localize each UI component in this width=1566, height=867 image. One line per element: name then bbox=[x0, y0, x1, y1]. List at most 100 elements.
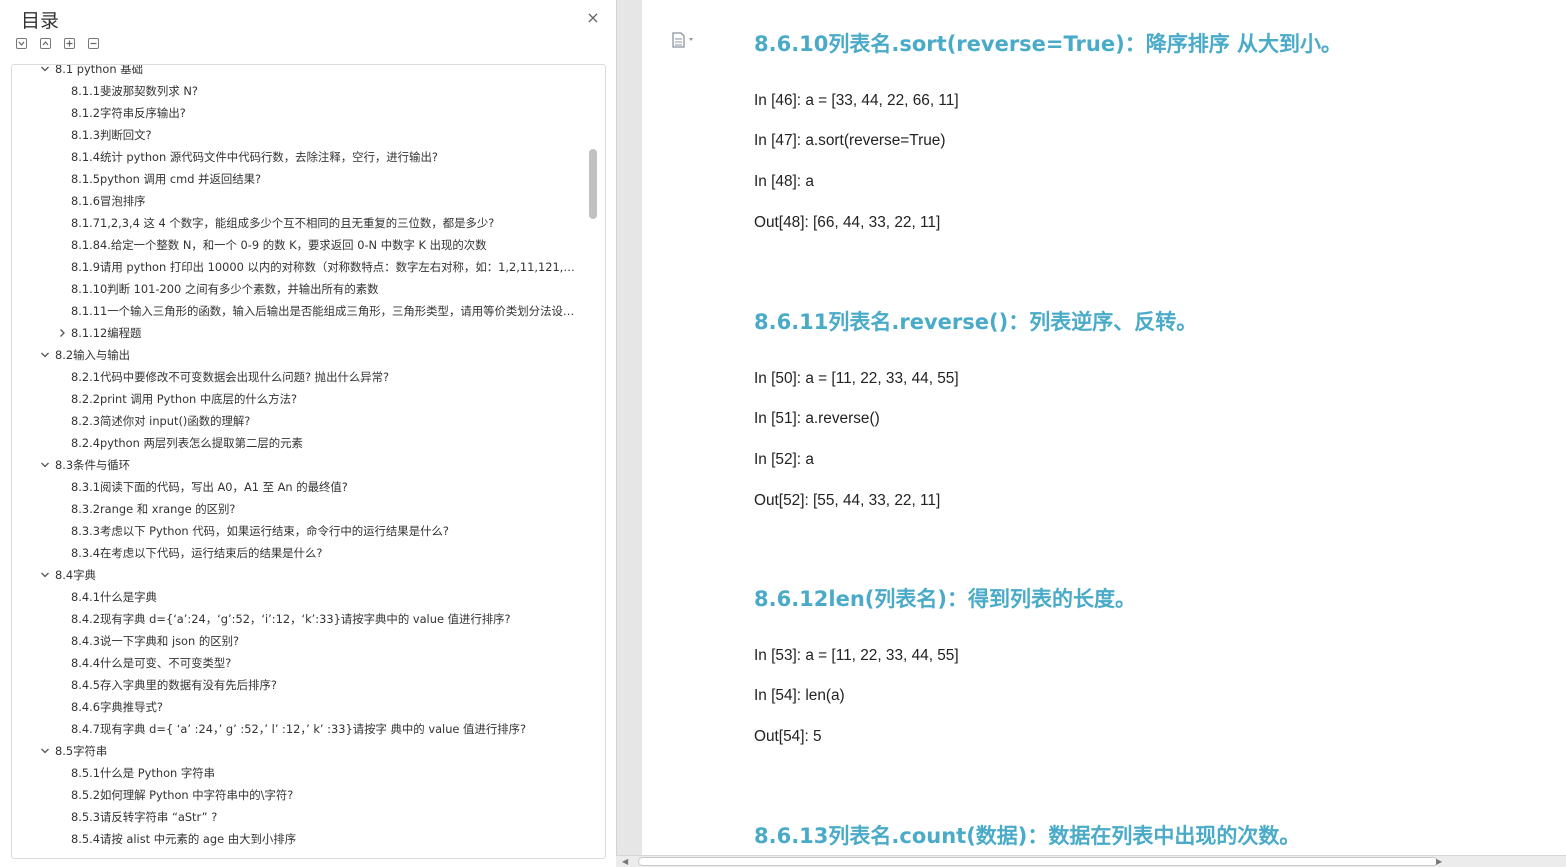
toc-section[interactable]: 8.1 python 基础 bbox=[12, 65, 587, 80]
section-heading: 8.6.13列表名.count(数据)：数据在列表中出现的次数。 bbox=[754, 824, 1301, 848]
horizontal-scrollbar[interactable]: ◀ ▶ bbox=[616, 855, 1566, 867]
toc-item-label: 8.3.1阅读下面的代码，写出 A0，A1 至 An 的最终值? bbox=[71, 480, 348, 494]
code-line: In [48]: a bbox=[754, 173, 814, 190]
toc-tree: 8.1 python 基础 8.1.1斐波那契数列求 N? 8.1.2字符串反序输出… bbox=[11, 64, 606, 859]
toc-item-label: 8.3.4在考虑以下代码，运行结束后的结果是什么? bbox=[71, 546, 323, 560]
toc-item-label: 8.4.1什么是字典 bbox=[71, 590, 157, 604]
toc-item-label: 8.1 python 基础 bbox=[55, 65, 143, 76]
code-line: Out[54]: 5 bbox=[754, 728, 822, 745]
toc-item[interactable]: 8.4.5存入字典里的数据有没有先后排序? bbox=[12, 674, 587, 696]
toc-item-label: 8.1.12编程题 bbox=[71, 326, 142, 340]
toc-item-label: 8.4.4什么是可变、不可变类型? bbox=[71, 656, 232, 670]
chevron-right-icon[interactable] bbox=[56, 322, 68, 344]
toc-item[interactable]: 8.2.1代码中要修改不可变数据会出现什么问题? 抛出什么异常? bbox=[12, 366, 587, 388]
toc-item-label: 8.1.11一个输入三角形的函数，输入后输出是否能组成三角形，三角形类型，请用等… bbox=[71, 304, 587, 318]
toc-item-label: 8.3.3考虑以下 Python 代码，如果运行结束，命令行中的运行结果是什么? bbox=[71, 524, 449, 538]
toc-item-label: 8.5.4请按 alist 中元素的 age 由大到小排序 bbox=[71, 832, 297, 846]
toc-item-label: 8.1.6冒泡排序 bbox=[71, 194, 146, 208]
pane-splitter[interactable] bbox=[616, 0, 642, 867]
toc-item[interactable]: 8.5.1什么是 Python 字符串 bbox=[12, 762, 587, 784]
toc-item-label: 8.2.4python 两层列表怎么提取第二层的元素 bbox=[71, 436, 303, 450]
code-line: In [47]: a.sort(reverse=True) bbox=[754, 132, 946, 149]
toc-section[interactable]: 8.2输入与输出 bbox=[12, 344, 587, 366]
toc-item-label: 8.3条件与循环 bbox=[55, 458, 131, 472]
code-line: In [53]: a = [11, 22, 33, 44, 55] bbox=[754, 647, 959, 664]
toc-item-label: 8.5.1什么是 Python 字符串 bbox=[71, 766, 216, 780]
toc-pane: 目录 × 8.1 python 基础 8.1.1斐波那契数列求 N? 8.1.2字符… bbox=[0, 0, 616, 867]
toc-item[interactable]: 8.4.6字典推导式? bbox=[12, 696, 587, 718]
scroll-left-icon[interactable]: ◀ bbox=[622, 857, 628, 866]
toc-item-label: 8.1.5python 调用 cmd 并返回结果? bbox=[71, 172, 262, 186]
code-line: Out[52]: [55, 44, 33, 22, 11] bbox=[754, 492, 941, 509]
chevron-down-icon[interactable] bbox=[39, 65, 51, 80]
toc-item-label: 8.4.7现有字典 d={ ‘a’ :24，’ g’ :52，’ l’ :12，… bbox=[71, 722, 527, 736]
toc-item[interactable]: 8.4.1什么是字典 bbox=[12, 586, 587, 608]
toc-item-label: 8.4.5存入字典里的数据有没有先后排序? bbox=[71, 678, 277, 692]
code-line: In [52]: a bbox=[754, 451, 814, 468]
toc-item-label: 8.1.84.给定一个整数 N，和一个 0-9 的数 K，要求返回 0-N 中数… bbox=[71, 238, 487, 252]
toc-item[interactable]: 8.2.4python 两层列表怎么提取第二层的元素 bbox=[12, 432, 587, 454]
toc-item[interactable]: 8.4.4什么是可变、不可变类型? bbox=[12, 652, 587, 674]
toc-item-label: 8.1.1斐波那契数列求 N? bbox=[71, 84, 198, 98]
scrollbar-thumb[interactable] bbox=[638, 857, 1438, 866]
document-body: 8.6.10列表名.sort(reverse=True)：降序排序 从大到小。 I… bbox=[642, 0, 1566, 855]
toc-item-label: 8.1.71,2,3,4 这 4 个数字，能组成多少个互不相同的且无重复的三位数… bbox=[71, 216, 495, 230]
toc-item[interactable]: 8.1.5python 调用 cmd 并返回结果? bbox=[12, 168, 587, 190]
document-icon[interactable] bbox=[672, 32, 696, 48]
code-line: In [51]: a.reverse() bbox=[754, 410, 880, 427]
toc-item[interactable]: 8.1.6冒泡排序 bbox=[12, 190, 587, 212]
toc-item[interactable]: 8.3.3考虑以下 Python 代码，如果运行结束，命令行中的运行结果是什么? bbox=[12, 520, 587, 542]
toc-item-label: 8.5字符串 bbox=[55, 744, 108, 758]
toc-section[interactable]: 8.5字符串 bbox=[12, 740, 587, 762]
toc-item[interactable]: 8.1.71,2,3,4 这 4 个数字，能组成多少个互不相同的且无重复的三位数… bbox=[12, 212, 587, 234]
code-line: Out[48]: [66, 44, 33, 22, 11] bbox=[754, 214, 941, 231]
toc-section[interactable]: 8.4字典 bbox=[12, 564, 587, 586]
toc-item[interactable]: 8.5.3请反转字符串 “aStr” ? bbox=[12, 806, 587, 828]
toc-item[interactable]: 8.1.4统计 python 源代码文件中代码行数，去除注释，空行，进行输出? bbox=[12, 146, 587, 168]
toc-item[interactable]: 8.1.9请用 python 打印出 10000 以内的对称数（对称数特点：数字… bbox=[12, 256, 587, 278]
close-icon[interactable]: × bbox=[585, 10, 601, 26]
toc-item-label: 8.1.9请用 python 打印出 10000 以内的对称数（对称数特点：数字… bbox=[71, 260, 587, 274]
toc-item[interactable]: 8.5.4请按 alist 中元素的 age 由大到小排序 bbox=[12, 828, 587, 850]
toc-item[interactable]: 8.1.2字符串反序输出? bbox=[12, 102, 587, 124]
toc-item[interactable]: 8.1.10判断 101-200 之间有多少个素数，并输出所有的素数 bbox=[12, 278, 587, 300]
toc-item[interactable]: 8.4.3说一下字典和 json 的区别? bbox=[12, 630, 587, 652]
toc-item-label: 8.1.10判断 101-200 之间有多少个素数，并输出所有的素数 bbox=[71, 282, 379, 296]
toc-list: 8.1 python 基础 8.1.1斐波那契数列求 N? 8.1.2字符串反序输出… bbox=[12, 65, 587, 858]
toc-item-label: 8.4.2现有字典 d={‘a’:24，‘g’:52，‘i’:12，‘k’:33… bbox=[71, 612, 511, 626]
toc-item[interactable]: 8.4.2现有字典 d={‘a’:24，‘g’:52，‘i’:12，‘k’:33… bbox=[12, 608, 587, 630]
chevron-down-icon[interactable] bbox=[39, 344, 51, 366]
toc-item[interactable]: 8.5.2如何理解 Python 中字符串中的\字符? bbox=[12, 784, 587, 806]
chevron-down-icon[interactable] bbox=[39, 564, 51, 586]
toc-scrollbar[interactable] bbox=[589, 149, 597, 219]
toc-item-label: 8.2.3简述你对 input()函数的理解? bbox=[71, 414, 251, 428]
toc-item[interactable]: 8.4.7现有字典 d={ ‘a’ :24，’ g’ :52，’ l’ :12，… bbox=[12, 718, 587, 740]
minus-icon[interactable] bbox=[88, 38, 99, 49]
expand-up-icon[interactable] bbox=[40, 38, 51, 49]
toc-item-label: 8.5.2如何理解 Python 中字符串中的\字符? bbox=[71, 788, 294, 802]
toc-item[interactable]: 8.1.84.给定一个整数 N，和一个 0-9 的数 K，要求返回 0-N 中数… bbox=[12, 234, 587, 256]
toc-item-label: 8.4字典 bbox=[55, 568, 96, 582]
toc-item[interactable]: 8.3.1阅读下面的代码，写出 A0，A1 至 An 的最终值? bbox=[12, 476, 587, 498]
toc-item[interactable]: 8.1.3判断回文? bbox=[12, 124, 587, 146]
section-heading: 8.6.11列表名.reverse()：列表逆序、反转。 bbox=[754, 310, 1198, 334]
scroll-right-icon[interactable]: ▶ bbox=[1436, 857, 1442, 866]
toc-item[interactable]: 8.1.12编程题 bbox=[12, 322, 587, 344]
section-heading: 8.6.10列表名.sort(reverse=True)：降序排序 从大到小。 bbox=[754, 32, 1342, 56]
toc-item[interactable]: 8.3.4在考虑以下代码，运行结束后的结果是什么? bbox=[12, 542, 587, 564]
toc-item-label: 8.2.2print 调用 Python 中底层的什么方法? bbox=[71, 392, 298, 406]
chevron-down-icon[interactable] bbox=[39, 454, 51, 476]
toc-section[interactable]: 8.3条件与循环 bbox=[12, 454, 587, 476]
toc-item[interactable]: 8.1.11一个输入三角形的函数，输入后输出是否能组成三角形，三角形类型，请用等… bbox=[12, 300, 587, 322]
collapse-all-icon[interactable] bbox=[16, 38, 27, 49]
toc-item[interactable]: 8.3.2range 和 xrange 的区别? bbox=[12, 498, 587, 520]
plus-icon[interactable] bbox=[64, 38, 75, 49]
toc-item-label: 8.2.1代码中要修改不可变数据会出现什么问题? 抛出什么异常? bbox=[71, 370, 390, 384]
toc-item[interactable]: 8.2.2print 调用 Python 中底层的什么方法? bbox=[12, 388, 587, 410]
chevron-down-icon[interactable] bbox=[39, 740, 51, 762]
code-line: In [46]: a = [33, 44, 22, 66, 11] bbox=[754, 92, 959, 109]
toc-item-label: 8.4.6字典推导式? bbox=[71, 700, 163, 714]
toc-item-label: 8.1.4统计 python 源代码文件中代码行数，去除注释，空行，进行输出? bbox=[71, 150, 438, 164]
toc-item[interactable]: 8.2.3简述你对 input()函数的理解? bbox=[12, 410, 587, 432]
toc-item[interactable]: 8.1.1斐波那契数列求 N? bbox=[12, 80, 587, 102]
